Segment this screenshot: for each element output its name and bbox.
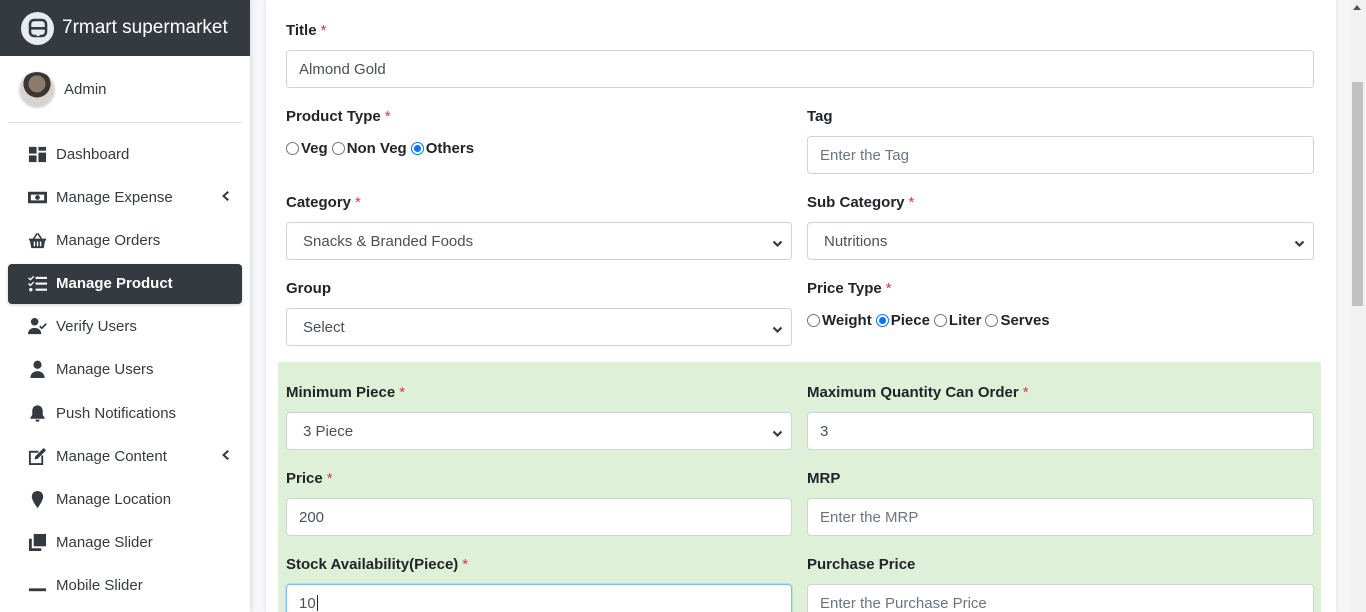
user-check-icon	[26, 317, 48, 337]
stock-input[interactable]: 10	[286, 584, 792, 612]
user-icon	[26, 360, 48, 380]
sidebar-item-label: Manage Expense	[56, 188, 173, 206]
sidebar-item-push-notifications[interactable]: Push Notifications	[8, 393, 242, 433]
price-type-label: Price Type *	[807, 280, 892, 297]
chevron-down-icon	[1294, 236, 1305, 248]
price-label: Price *	[286, 470, 333, 487]
sidebar-item-label: Mobile Slider	[56, 577, 143, 595]
product-type-veg-radio[interactable]	[286, 142, 299, 155]
minus-icon	[26, 576, 48, 596]
sub-category-select-value: Nutritions	[824, 232, 888, 250]
title-label: Title *	[286, 22, 327, 39]
sidebar-item-dashboard[interactable]: Dashboard	[8, 134, 242, 174]
map-marker-icon	[26, 490, 48, 510]
sidebar-item-manage-slider[interactable]: Manage Slider	[8, 523, 242, 563]
category-label: Category *	[286, 194, 361, 211]
scrollbar-thumb[interactable]	[1352, 82, 1363, 306]
purchase-price-label: Purchase Price	[807, 556, 916, 573]
sidebar-item-manage-location[interactable]: Manage Location	[8, 480, 242, 520]
title-input[interactable]: Almond Gold	[286, 50, 1314, 88]
brand-name: 7rmart supermarket	[62, 17, 228, 38]
tasks-icon	[26, 274, 48, 294]
avatar	[20, 72, 54, 106]
sidebar-nav: Dashboard Manage Expense Manage Orders M…	[0, 123, 250, 606]
chevron-left-icon	[218, 189, 232, 203]
sidebar-item-manage-users[interactable]: Manage Users	[8, 350, 242, 390]
bell-icon	[26, 403, 48, 423]
mrp-input[interactable]: Enter the MRP	[807, 498, 1314, 536]
price-input[interactable]: 200	[286, 498, 792, 536]
category-select[interactable]: Snacks & Branded Foods	[286, 222, 792, 260]
chevron-down-icon	[772, 322, 783, 334]
sidebar-item-label: Manage Users	[56, 361, 154, 379]
chevron-down-icon	[772, 426, 783, 438]
minimum-piece-label: Minimum Piece *	[286, 384, 406, 401]
product-type-nonveg-label[interactable]: Non Veg	[347, 140, 407, 157]
product-type-radio-group: Veg Non Veg Others	[286, 140, 478, 157]
product-type-veg-label[interactable]: Veg	[301, 140, 328, 157]
brand-link[interactable]: 7rmart supermarket	[0, 0, 250, 56]
user-name: Admin	[64, 80, 107, 98]
chevron-left-icon	[218, 448, 232, 462]
product-type-others-label[interactable]: Others	[426, 140, 474, 157]
mrp-label: MRP	[807, 470, 841, 487]
sidebar-item-label: Manage Orders	[56, 231, 161, 249]
sidebar-item-label: Manage Location	[56, 491, 172, 508]
page-scrollbar[interactable]	[1349, 0, 1366, 612]
clone-icon	[26, 533, 48, 553]
sub-category-select[interactable]: Nutritions	[807, 222, 1314, 260]
price-type-weight-radio[interactable]	[807, 314, 820, 327]
sub-category-label: Sub Category *	[807, 194, 915, 211]
product-type-nonveg-radio[interactable]	[331, 142, 345, 155]
basket-icon	[26, 230, 48, 250]
price-type-radio-group: Weight Piece Liter Serves	[807, 312, 1054, 329]
sidebar-item-label: Manage Slider	[56, 534, 153, 552]
price-type-serves-radio[interactable]	[985, 314, 999, 327]
product-type-label: Product Type *	[286, 108, 391, 125]
stock-input-value: 10	[299, 594, 316, 612]
tag-label: Tag	[807, 108, 833, 125]
price-type-liter-radio[interactable]	[933, 314, 947, 327]
chevron-down-icon	[772, 236, 783, 248]
max-quantity-input[interactable]: 3	[807, 412, 1314, 450]
product-form-card: Title * Almond Gold Product Type * Veg Non…	[266, 0, 1336, 612]
group-select[interactable]: Select	[286, 308, 792, 346]
purchase-price-input[interactable]: Enter the Purchase Price	[807, 584, 1314, 612]
price-type-piece-label[interactable]: Piece	[891, 312, 930, 329]
tag-input[interactable]: Enter the Tag	[807, 136, 1314, 174]
sidebar-item-label: Manage Product	[56, 275, 173, 293]
price-type-weight-label[interactable]: Weight	[822, 312, 872, 329]
sidebar-item-manage-content[interactable]: Manage Content	[8, 436, 242, 476]
text-cursor	[316, 595, 318, 611]
sidebar-item-manage-orders[interactable]: Manage Orders	[8, 220, 242, 260]
price-type-liter-label[interactable]: Liter	[949, 312, 982, 329]
category-select-value: Snacks & Branded Foods	[303, 232, 474, 250]
sidebar: 7rmart supermarket Admin Dashboard Manag…	[0, 0, 250, 612]
edit-icon	[26, 446, 48, 466]
user-panel[interactable]: Admin	[8, 56, 242, 123]
scroll-up-arrow-icon[interactable]	[1353, 5, 1361, 10]
money-bill-icon	[26, 187, 48, 207]
sidebar-item-verify-users[interactable]: Verify Users	[8, 307, 242, 347]
group-label: Group	[286, 280, 331, 297]
sidebar-item-mobile-slider[interactable]: Mobile Slider	[8, 566, 242, 606]
dashboard-icon	[26, 144, 48, 164]
minimum-piece-select-value: 3 Piece	[303, 422, 354, 440]
price-type-piece-radio[interactable]	[875, 314, 889, 327]
max-quantity-label: Maximum Quantity Can Order *	[807, 384, 1029, 401]
minimum-piece-select[interactable]: 3 Piece	[286, 412, 792, 450]
sidebar-item-manage-expense[interactable]: Manage Expense	[8, 177, 242, 217]
price-type-serves-label[interactable]: Serves	[1000, 312, 1049, 329]
sidebar-item-label: Verify Users	[56, 318, 137, 336]
sidebar-item-manage-product[interactable]: Manage Product	[8, 263, 242, 304]
sidebar-item-label: Manage Content	[56, 447, 167, 465]
sidebar-item-label: Push Notifications	[56, 404, 177, 422]
sidebar-item-label: Dashboard	[56, 145, 130, 163]
product-type-others-radio[interactable]	[410, 142, 424, 155]
admin-logo-icon	[21, 11, 54, 45]
group-select-value: Select	[303, 318, 345, 336]
stock-label: Stock Availability(Piece) *	[286, 556, 469, 573]
pricing-section	[278, 362, 1321, 612]
